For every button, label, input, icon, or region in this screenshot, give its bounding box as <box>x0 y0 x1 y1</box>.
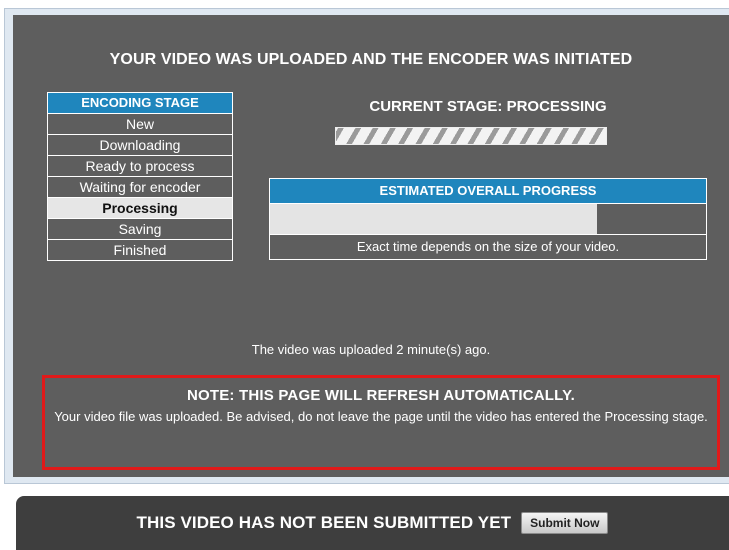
progress-header: ESTIMATED OVERALL PROGRESS <box>270 179 706 204</box>
processing-activity-bar <box>335 127 607 145</box>
submit-status-label: THIS VIDEO HAS NOT BEEN SUBMITTED YET <box>136 513 512 532</box>
progress-note: Exact time depends on the size of your v… <box>356 239 620 254</box>
stage-row-new: New <box>48 114 232 135</box>
submit-bar: THIS VIDEO HAS NOT BEEN SUBMITTED YET Su… <box>16 496 729 550</box>
encoding-stage-table: ENCODING STAGE New Downloading Ready to … <box>47 92 233 261</box>
overall-progress-box: ESTIMATED OVERALL PROGRESS Exact time de… <box>269 178 707 260</box>
refresh-note-title: NOTE: THIS PAGE WILL REFRESH AUTOMATICAL… <box>186 387 576 404</box>
submit-now-button[interactable]: Submit Now <box>521 512 609 534</box>
stage-row-ready-to-process: Ready to process <box>48 156 232 177</box>
stage-row-processing: Processing <box>48 198 232 219</box>
stage-row-saving: Saving <box>48 219 232 240</box>
page-headline: YOUR VIDEO WAS UPLOADED AND THE ENCODER … <box>109 51 633 68</box>
stage-row-finished: Finished <box>113 242 167 258</box>
upload-time-text: The video was uploaded 2 minute(s) ago. <box>251 342 491 357</box>
encoding-stage-header: ENCODING STAGE <box>48 93 232 114</box>
encoding-status-panel: YOUR VIDEO WAS UPLOADED AND THE ENCODER … <box>13 15 729 477</box>
current-stage-label: CURRENT STAGE: PROCESSING <box>369 98 607 115</box>
progress-track <box>270 204 706 235</box>
stage-row-waiting-for-encoder: Waiting for encoder <box>48 177 232 198</box>
refresh-note-box: NOTE: THIS PAGE WILL REFRESH AUTOMATICAL… <box>42 375 720 470</box>
refresh-note-text: Your video file was uploaded. Be advised… <box>54 409 708 424</box>
stage-row-downloading: Downloading <box>48 135 232 156</box>
progress-fill <box>270 204 597 234</box>
